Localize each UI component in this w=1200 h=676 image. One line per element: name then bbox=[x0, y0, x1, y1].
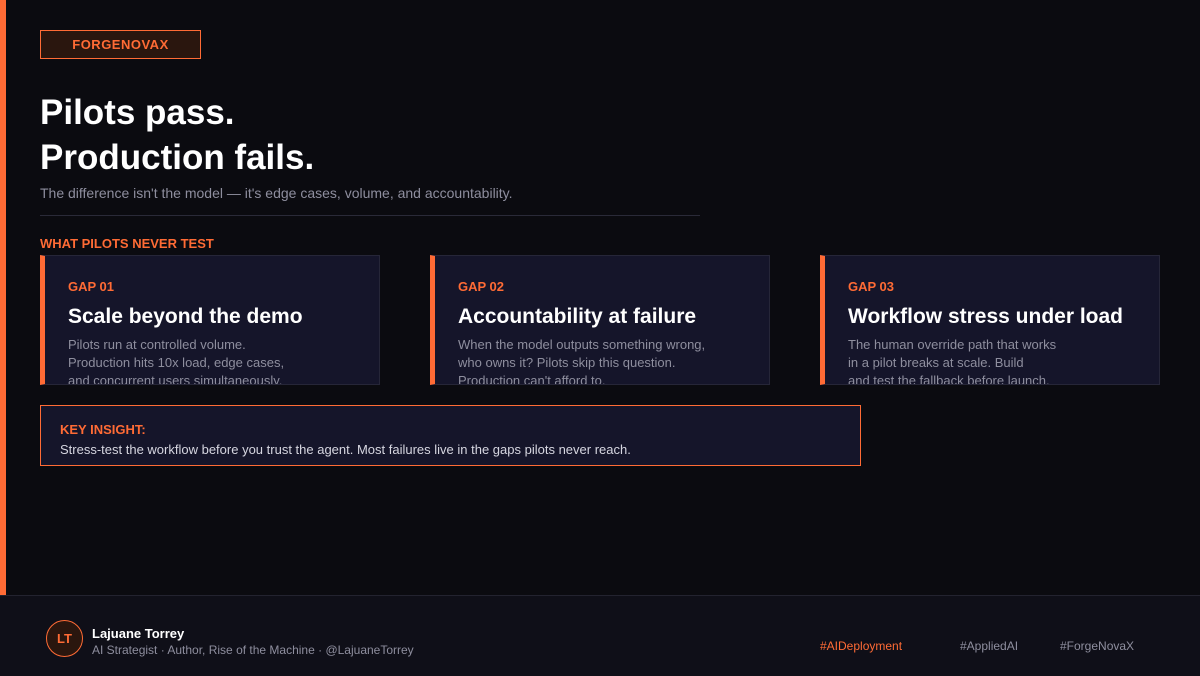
gap-body-line: in a pilot breaks at scale. Build bbox=[848, 355, 1024, 370]
avatar: LT bbox=[46, 620, 83, 657]
gap-body: When the model outputs something wrong, … bbox=[458, 336, 769, 385]
gap-title: Scale beyond the demo bbox=[68, 305, 303, 328]
hashtag-appliedai[interactable]: #AppliedAI bbox=[960, 639, 1018, 653]
gap-card-03: GAP 03 Workflow stress under load The hu… bbox=[820, 255, 1160, 385]
divider bbox=[40, 215, 700, 216]
gap-body-line: The human override path that works bbox=[848, 337, 1057, 352]
gap-kicker: GAP 01 bbox=[68, 279, 115, 294]
gap-body-line: and concurrent users simultaneously. bbox=[68, 373, 283, 385]
headline-line-1: Pilots pass. bbox=[40, 93, 235, 132]
gap-title: Accountability at failure bbox=[458, 305, 697, 328]
insight-text: Stress-test the workflow before you trus… bbox=[60, 442, 631, 457]
accent-bar bbox=[0, 0, 6, 595]
key-insight-box: KEY INSIGHT: Stress-test the workflow be… bbox=[40, 405, 861, 466]
gap-kicker: GAP 03 bbox=[848, 279, 895, 294]
subtitle: The difference isn't the model — it's ed… bbox=[40, 185, 513, 201]
brand-tag: FORGENOVAX bbox=[40, 30, 201, 59]
gap-card-01: GAP 01 Scale beyond the demo Pilots run … bbox=[40, 255, 380, 385]
gap-body-line: and test the fallback before launch. bbox=[848, 373, 1050, 385]
hashtag-aideployment[interactable]: #AIDeployment bbox=[820, 639, 902, 653]
footer: LT Lajuane Torrey AI Strategist · Author… bbox=[0, 595, 1200, 676]
gap-body: Pilots run at controlled volume. Product… bbox=[68, 336, 379, 385]
section-label: WHAT PILOTS NEVER TEST bbox=[40, 236, 214, 251]
gap-title: Workflow stress under load bbox=[848, 305, 1123, 328]
gap-body-line: who owns it? Pilots skip this question. bbox=[458, 355, 676, 370]
author-name: Lajuane Torrey bbox=[92, 626, 185, 641]
gap-kicker: GAP 02 bbox=[458, 279, 505, 294]
gap-card-02: GAP 02 Accountability at failure When th… bbox=[430, 255, 770, 385]
gap-body-line: When the model outputs something wrong, bbox=[458, 337, 706, 352]
headline: Pilots pass. Production fails. bbox=[40, 90, 314, 180]
headline-line-2: Production fails. bbox=[40, 138, 315, 177]
hashtag-forgenovax[interactable]: #ForgeNovaX bbox=[1060, 639, 1134, 653]
insight-label: KEY INSIGHT: bbox=[60, 422, 146, 437]
author-meta: AI Strategist · Author, Rise of the Mach… bbox=[92, 643, 414, 657]
gap-body-line: Production hits 10x load, edge cases, bbox=[68, 355, 285, 370]
gap-body-line: Pilots run at controlled volume. bbox=[68, 337, 246, 352]
gap-body: The human override path that works in a … bbox=[848, 336, 1159, 385]
gap-body-line: Production can't afford to. bbox=[458, 373, 606, 385]
